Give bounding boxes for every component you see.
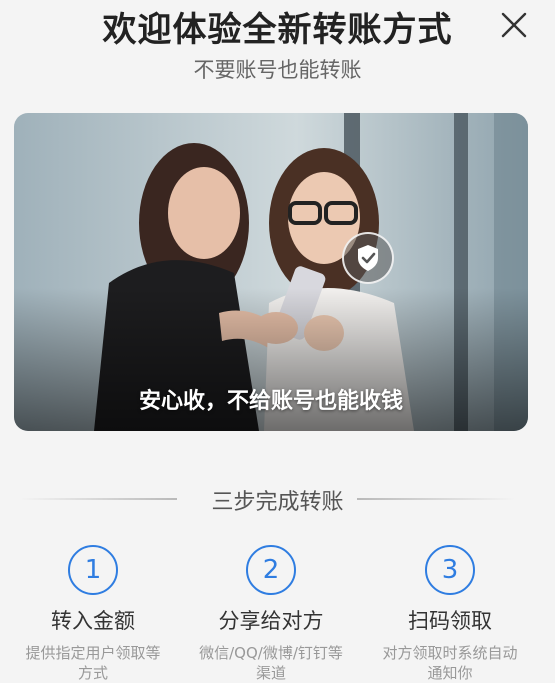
- hero-caption: 安心收，不给账号也能收钱: [138, 389, 403, 414]
- step-title: 分享给对方: [218, 609, 324, 633]
- step-1: 1 转入金额 提供指定用户领取等方式: [3, 545, 183, 683]
- step-description: 对方领取时系统自动通知你: [382, 644, 518, 682]
- shield-check-icon: [358, 245, 378, 271]
- step-2: 2 分享给对方 微信/QQ/微博/钉钉等渠道: [181, 545, 361, 683]
- step-description: 提供指定用户领取等方式: [25, 644, 161, 682]
- step-number-badge: 1: [68, 545, 118, 595]
- close-icon: [501, 12, 527, 38]
- hero-banner: 安心收，不给账号也能收钱: [14, 113, 528, 431]
- shield-badge: [342, 232, 394, 284]
- step-number-badge: 3: [425, 545, 475, 595]
- step-title: 转入金额: [51, 609, 135, 633]
- page-subtitle: 不要账号也能转账: [193, 58, 362, 82]
- close-button[interactable]: [499, 10, 529, 40]
- step-title: 扫码领取: [408, 609, 492, 633]
- section-header: 三步完成转账: [0, 482, 555, 516]
- divider-right: [357, 498, 515, 500]
- header: 欢迎体验全新转账方式 不要账号也能转账: [0, 0, 555, 100]
- step-number-badge: 2: [246, 545, 296, 595]
- page-title: 欢迎体验全新转账方式: [102, 10, 453, 50]
- section-title: 三步完成转账: [211, 490, 344, 515]
- step-description: 微信/QQ/微博/钉钉等渠道: [199, 644, 343, 682]
- step-3: 3 扫码领取 对方领取时系统自动通知你: [360, 545, 540, 683]
